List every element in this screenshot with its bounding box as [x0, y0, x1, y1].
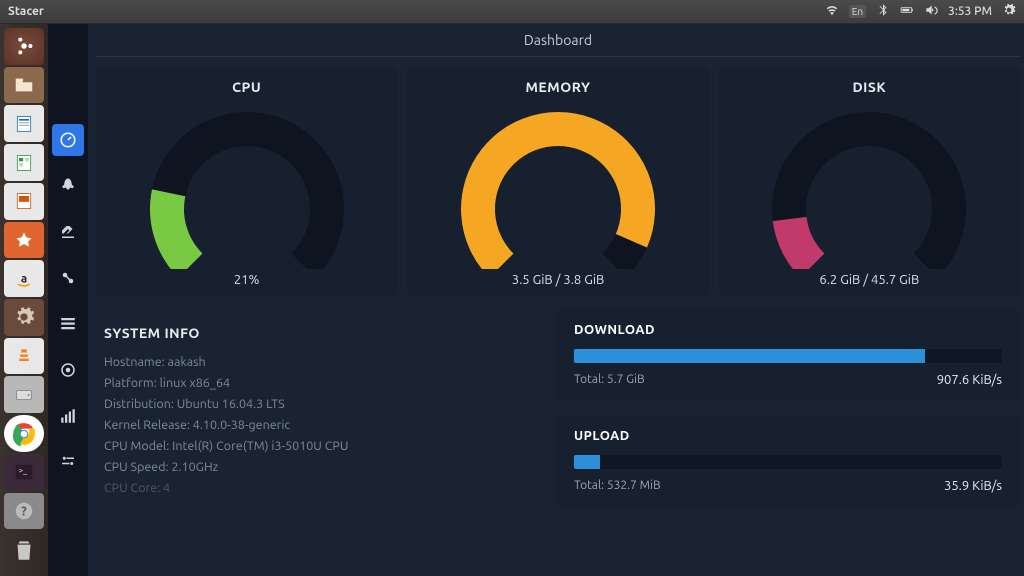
launcher-trash[interactable] — [4, 531, 44, 568]
system-info: SYSTEM INFO Hostname: aakash Platform: l… — [96, 309, 546, 518]
launcher-calc[interactable] — [4, 144, 44, 181]
memory-gauge — [428, 99, 688, 269]
svg-text:>_: >_ — [19, 465, 29, 475]
sysinfo-row: Hostname: aakash — [104, 355, 538, 369]
sysinfo-row: Distribution: Ubuntu 16.04.3 LTS — [104, 397, 538, 411]
sysinfo-row: CPU Model: Intel(R) Core(TM) i3-5010U CP… — [104, 439, 538, 453]
launcher-terminal[interactable]: >_ — [4, 454, 44, 491]
network-column: DOWNLOAD Total: 5.7 GiB 907.6 KiB/s UPLO… — [556, 309, 1020, 518]
sysinfo-row: Platform: linux x86_64 — [104, 376, 538, 390]
upload-bar — [574, 455, 1002, 469]
upload-title: UPLOAD — [574, 429, 1002, 443]
launcher-writer[interactable] — [4, 105, 44, 142]
memory-title: MEMORY — [525, 79, 590, 95]
download-total: Total: 5.7 GiB — [574, 373, 645, 387]
svg-text:?: ? — [21, 505, 27, 519]
disk-title: DISK — [852, 79, 886, 95]
page-title: Dashboard — [96, 24, 1020, 57]
bottom-row: SYSTEM INFO Hostname: aakash Platform: l… — [96, 309, 1020, 518]
main-content: Dashboard CPU 21% MEMORY 3.5 GiB / 3.8 G… — [88, 24, 1024, 576]
disk-gauge-card: DISK 6.2 GiB / 45.7 GiB — [719, 67, 1020, 297]
cpu-gauge-card: CPU 21% — [96, 67, 397, 297]
language-indicator[interactable]: En — [849, 5, 866, 18]
nav-services[interactable] — [52, 262, 84, 294]
cpu-title: CPU — [232, 79, 261, 95]
memory-gauge-card: MEMORY 3.5 GiB / 3.8 GiB — [407, 67, 708, 297]
ubuntu-launcher: a >_ ? — [0, 24, 48, 576]
svg-text:a: a — [21, 272, 27, 285]
bluetooth-icon[interactable] — [876, 3, 890, 20]
launcher-settings[interactable] — [4, 299, 44, 336]
launcher-software[interactable] — [4, 222, 44, 259]
nav-resources[interactable] — [52, 400, 84, 432]
launcher-help[interactable]: ? — [4, 493, 44, 530]
nav-settings[interactable] — [52, 446, 84, 478]
sysinfo-row: CPU Core: 4 — [104, 481, 538, 495]
launcher-amazon[interactable]: a — [4, 260, 44, 297]
gauges-row: CPU 21% MEMORY 3.5 GiB / 3.8 GiB DISK 6.… — [96, 67, 1020, 297]
launcher-chrome[interactable] — [4, 415, 44, 452]
launcher-dash[interactable] — [4, 28, 44, 65]
memory-value: 3.5 GiB / 3.8 GiB — [512, 273, 604, 287]
nav-uninstaller[interactable] — [52, 354, 84, 386]
disk-gauge — [739, 99, 999, 269]
nav-dashboard[interactable] — [52, 124, 84, 156]
launcher-vlc[interactable] — [4, 338, 44, 375]
cpu-gauge — [117, 99, 377, 269]
download-title: DOWNLOAD — [574, 323, 1002, 337]
download-bar — [574, 349, 1002, 363]
sysinfo-heading: SYSTEM INFO — [104, 325, 538, 341]
sysinfo-row: Kernel Release: 4.10.0-38-generic — [104, 418, 538, 432]
launcher-impress[interactable] — [4, 183, 44, 220]
gear-icon[interactable] — [1002, 3, 1016, 20]
disk-value: 6.2 GiB / 45.7 GiB — [819, 273, 919, 287]
wifi-icon[interactable] — [825, 3, 839, 20]
system-tray: En 3:53 PM — [825, 3, 1016, 20]
launcher-disk[interactable] — [4, 376, 44, 413]
sysinfo-row: CPU Speed: 2.10GHz — [104, 460, 538, 474]
os-topbar: Stacer En 3:53 PM — [0, 0, 1024, 24]
volume-icon[interactable] — [924, 3, 938, 20]
download-card: DOWNLOAD Total: 5.7 GiB 907.6 KiB/s — [556, 309, 1020, 401]
clock[interactable]: 3:53 PM — [948, 5, 992, 18]
cpu-value: 21% — [234, 273, 260, 287]
upload-total: Total: 532.7 MiB — [574, 479, 661, 493]
download-rate: 907.6 KiB/s — [937, 373, 1002, 387]
nav-processes[interactable] — [52, 308, 84, 340]
upload-rate: 35.9 KiB/s — [944, 479, 1002, 493]
window-title: Stacer — [8, 5, 44, 18]
nav-startup[interactable] — [52, 170, 84, 202]
upload-card: UPLOAD Total: 532.7 MiB 35.9 KiB/s — [556, 415, 1020, 507]
nav-cleaner[interactable] — [52, 216, 84, 248]
launcher-files[interactable] — [4, 67, 44, 104]
battery-icon[interactable] — [900, 3, 914, 20]
stacer-sidebar — [48, 24, 88, 576]
